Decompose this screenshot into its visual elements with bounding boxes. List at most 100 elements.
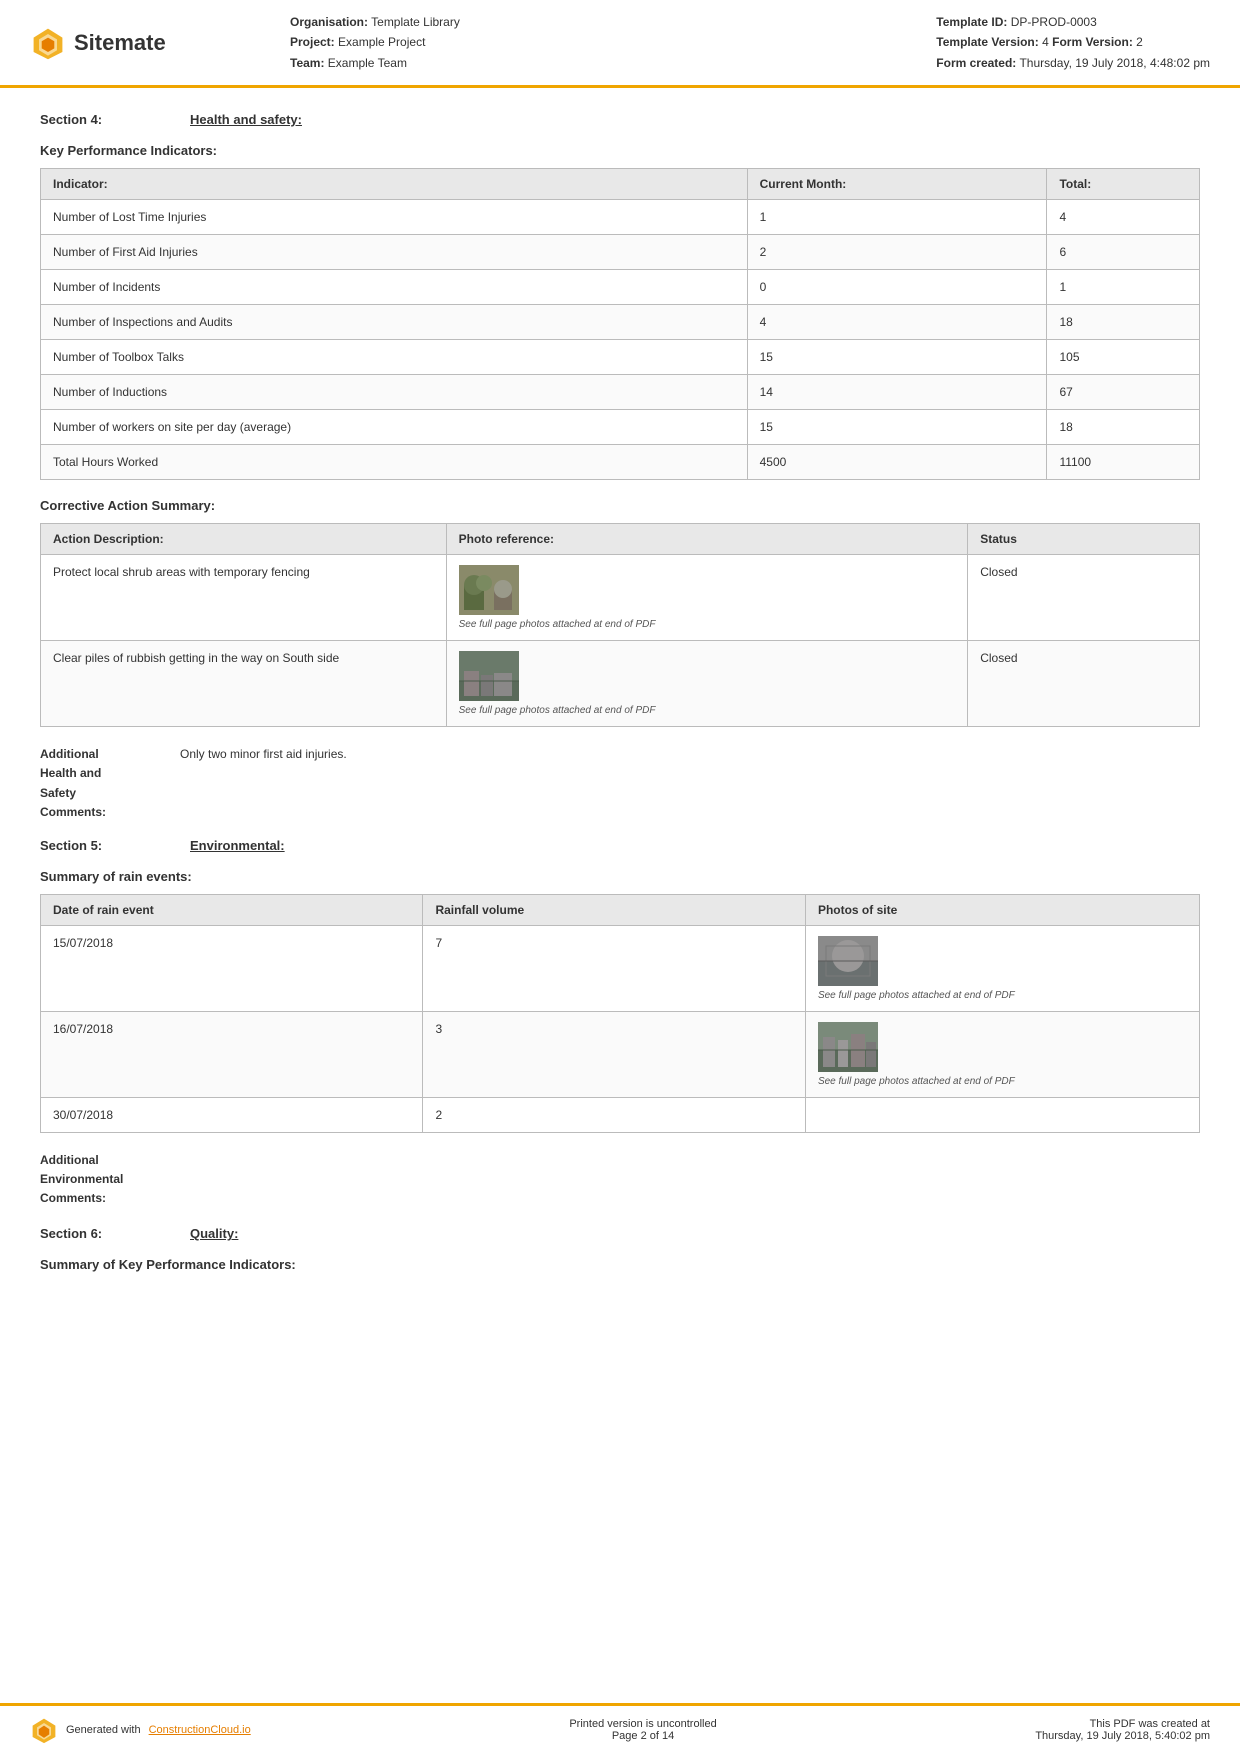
org-value: Template Library bbox=[371, 15, 460, 29]
rain-cell-volume: 7 bbox=[423, 925, 805, 1011]
kpi-col-current: Current Month: bbox=[747, 169, 1047, 200]
corrective-cell-description: Clear piles of rubbish getting in the wa… bbox=[41, 641, 447, 727]
corrective-cell-photo: See full page photos attached at end of … bbox=[446, 641, 968, 727]
content: Section 4: Health and safety: Key Perfor… bbox=[0, 88, 1240, 1703]
rubbish-photo-thumb bbox=[459, 651, 519, 701]
org-line: Organisation: Template Library bbox=[290, 12, 460, 32]
photo-caption: See full page photos attached at end of … bbox=[459, 705, 956, 716]
kpi-row: Total Hours Worked450011100 bbox=[41, 445, 1200, 480]
rain-table: Date of rain event Rainfall volume Photo… bbox=[40, 894, 1200, 1133]
logo-area: Sitemate bbox=[30, 25, 230, 61]
kpi-cell-1: 15 bbox=[747, 340, 1047, 375]
kpi-cell-1: 14 bbox=[747, 375, 1047, 410]
section4-title: Health and safety: bbox=[190, 112, 302, 127]
footer-pdf-date: Thursday, 19 July 2018, 5:40:02 pm bbox=[1035, 1730, 1210, 1742]
additional-hs-comments: AdditionalHealth andSafetyComments: Only… bbox=[40, 745, 1200, 822]
rain-cell-date: 15/07/2018 bbox=[41, 925, 423, 1011]
section5-heading: Section 5: Environmental: bbox=[40, 838, 1200, 853]
kpi-cell-2: 18 bbox=[1047, 305, 1200, 340]
kpi-cell-2: 18 bbox=[1047, 410, 1200, 445]
rain-row: 16/07/20183 See full page photos attache… bbox=[41, 1011, 1200, 1097]
corrective-col-status: Status bbox=[968, 524, 1200, 555]
section6-label: Section 6: bbox=[40, 1226, 160, 1241]
footer-generated-text: Generated with bbox=[66, 1724, 141, 1736]
kpi-table: Indicator: Current Month: Total: Number … bbox=[40, 168, 1200, 480]
project-value: Example Project bbox=[338, 35, 425, 49]
rain-col-volume: Rainfall volume bbox=[423, 894, 805, 925]
additional-env-label: AdditionalEnvironmentalComments: bbox=[40, 1151, 180, 1209]
section6-heading: Section 6: Quality: bbox=[40, 1226, 1200, 1241]
kpi-heading: Key Performance Indicators: bbox=[40, 143, 1200, 158]
team-value: Example Team bbox=[328, 56, 407, 70]
additional-env-comments: AdditionalEnvironmentalComments: bbox=[40, 1151, 1200, 1209]
team-label: Team: bbox=[290, 56, 324, 70]
photo-cell: See full page photos attached at end of … bbox=[818, 1022, 1187, 1087]
kpi-row: Number of Lost Time Injuries14 bbox=[41, 200, 1200, 235]
template-version-value: 4 bbox=[1042, 35, 1049, 49]
section5-title: Environmental: bbox=[190, 838, 285, 853]
kpi-cell-0: Number of workers on site per day (avera… bbox=[41, 410, 748, 445]
rain-col-date: Date of rain event bbox=[41, 894, 423, 925]
rain-cell-photo bbox=[805, 1097, 1199, 1132]
section5-label: Section 5: bbox=[40, 838, 160, 853]
rain-photo-thumb-2 bbox=[818, 1022, 878, 1072]
kpi-body: Number of Lost Time Injuries14Number of … bbox=[41, 200, 1200, 480]
rain-body: 15/07/20187 See full page photos attache… bbox=[41, 925, 1200, 1132]
template-id-line: Template ID: DP-PROD-0003 bbox=[936, 12, 1210, 32]
team-line: Team: Example Team bbox=[290, 53, 460, 73]
corrective-row: Clear piles of rubbish getting in the wa… bbox=[41, 641, 1200, 727]
kpi-cell-1: 4 bbox=[747, 305, 1047, 340]
section4-heading: Section 4: Health and safety: bbox=[40, 112, 1200, 127]
page: Sitemate Organisation: Template Library … bbox=[0, 0, 1240, 1754]
corrective-table: Action Description: Photo reference: Sta… bbox=[40, 523, 1200, 727]
project-label: Project: bbox=[290, 35, 335, 49]
footer-link[interactable]: ConstructionCloud.io bbox=[149, 1724, 251, 1736]
kpi-cell-0: Number of Lost Time Injuries bbox=[41, 200, 748, 235]
kpi-cell-1: 1 bbox=[747, 200, 1047, 235]
kpi-cell-0: Number of Inductions bbox=[41, 375, 748, 410]
photo-caption: See full page photos attached at end of … bbox=[818, 1076, 1187, 1087]
corrective-row: Protect local shrub areas with temporary… bbox=[41, 555, 1200, 641]
kpi-row: Number of workers on site per day (avera… bbox=[41, 410, 1200, 445]
kpi-cell-2: 4 bbox=[1047, 200, 1200, 235]
kpi-cell-0: Number of Incidents bbox=[41, 270, 748, 305]
additional-hs-value: Only two minor first aid injuries. bbox=[180, 745, 347, 822]
kpi-cell-0: Number of First Aid Injuries bbox=[41, 235, 748, 270]
kpi-cell-1: 2 bbox=[747, 235, 1047, 270]
rain-cell-date: 16/07/2018 bbox=[41, 1011, 423, 1097]
kpi-cell-1: 4500 bbox=[747, 445, 1047, 480]
kpi-cell-2: 1 bbox=[1047, 270, 1200, 305]
form-created-label: Form created: bbox=[936, 56, 1016, 70]
footer-pdf-label: This PDF was created at bbox=[1035, 1718, 1210, 1730]
kpi-row: Number of Inductions1467 bbox=[41, 375, 1200, 410]
rain-heading: Summary of rain events: bbox=[40, 869, 1200, 884]
header: Sitemate Organisation: Template Library … bbox=[0, 0, 1240, 88]
footer-right: This PDF was created at Thursday, 19 Jul… bbox=[1035, 1718, 1210, 1742]
section4-label: Section 4: bbox=[40, 112, 160, 127]
corrective-body: Protect local shrub areas with temporary… bbox=[41, 555, 1200, 727]
footer: Generated with ConstructionCloud.io Prin… bbox=[0, 1703, 1240, 1754]
footer-logo-icon bbox=[30, 1716, 58, 1744]
template-version-label: Template Version: bbox=[936, 35, 1042, 49]
footer-page-info: Page 2 of 14 bbox=[569, 1730, 716, 1742]
shrub-photo-thumb bbox=[459, 565, 519, 615]
kpi-row: Number of Toolbox Talks15105 bbox=[41, 340, 1200, 375]
rain-cell-date: 30/07/2018 bbox=[41, 1097, 423, 1132]
logo-text: Sitemate bbox=[74, 30, 166, 56]
sitemate-logo-icon bbox=[30, 25, 66, 61]
rain-cell-volume: 3 bbox=[423, 1011, 805, 1097]
photo-cell: See full page photos attached at end of … bbox=[459, 565, 956, 630]
kpi-row: Number of First Aid Injuries26 bbox=[41, 235, 1200, 270]
corrective-cell-description: Protect local shrub areas with temporary… bbox=[41, 555, 447, 641]
footer-print-note: Printed version is uncontrolled bbox=[569, 1718, 716, 1730]
rain-cell-volume: 2 bbox=[423, 1097, 805, 1132]
corrective-cell-photo: See full page photos attached at end of … bbox=[446, 555, 968, 641]
photo-caption: See full page photos attached at end of … bbox=[459, 619, 956, 630]
header-meta: Organisation: Template Library Project: … bbox=[230, 12, 1210, 73]
corrective-header-row: Action Description: Photo reference: Sta… bbox=[41, 524, 1200, 555]
kpi-cell-0: Total Hours Worked bbox=[41, 445, 748, 480]
form-version-label: Form Version: bbox=[1052, 35, 1136, 49]
kpi-cell-0: Number of Inspections and Audits bbox=[41, 305, 748, 340]
rain-row: 30/07/20182 bbox=[41, 1097, 1200, 1132]
kpi-cell-1: 0 bbox=[747, 270, 1047, 305]
